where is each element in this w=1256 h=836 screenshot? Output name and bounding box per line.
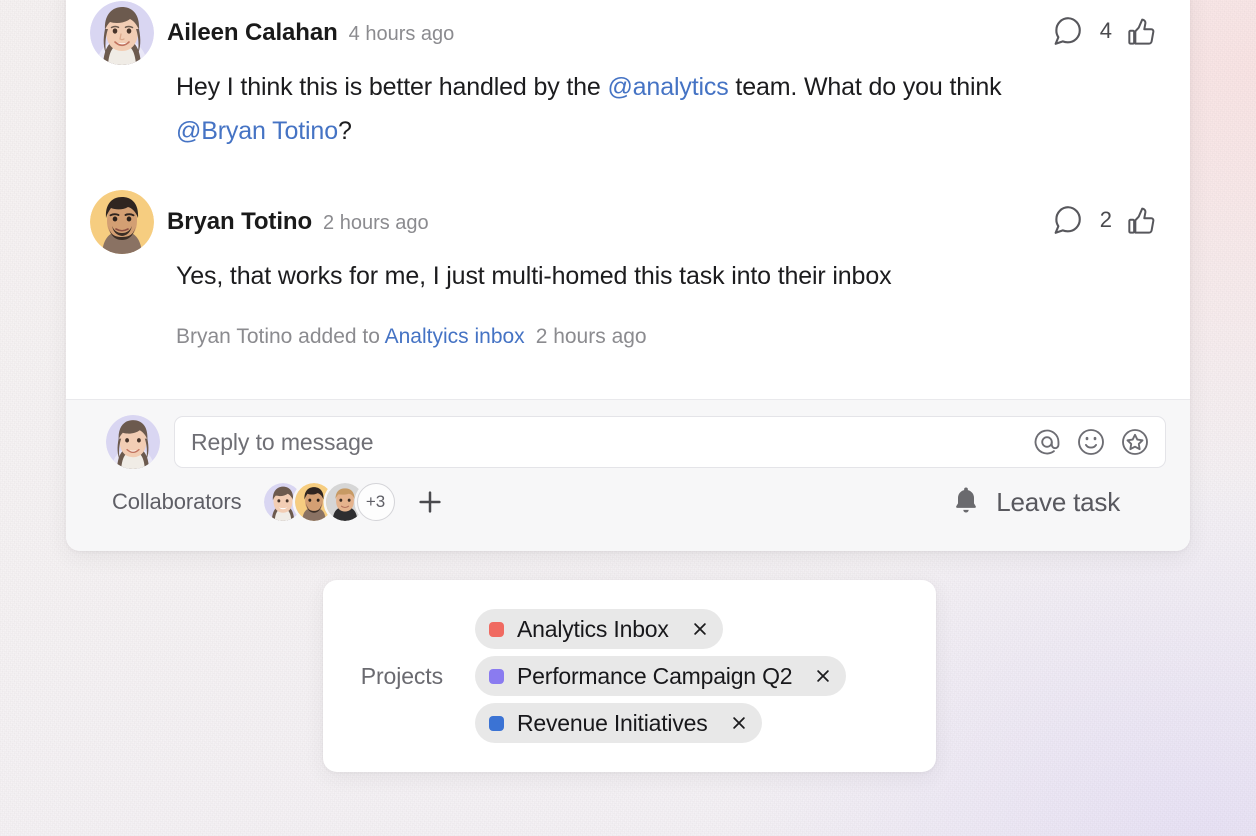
system-note-timestamp: 2 hours ago [535, 324, 647, 348]
add-collaborator-button[interactable] [415, 487, 445, 517]
emoji-icon[interactable] [1075, 426, 1107, 458]
project-chip-list: Analytics Inbox Performance Campaign Q2 … [475, 609, 847, 743]
project-chip-label: Revenue Initiatives [517, 709, 708, 736]
message-item: Aileen Calahan 4 hours ago 4 Hey I think… [90, 0, 1166, 157]
message-text: Hey I think this is better handled by th… [176, 73, 608, 101]
collaborator-avatars: +3 [263, 483, 395, 521]
collaborators-overflow-count[interactable]: +3 [356, 483, 395, 521]
author-name: Aileen Calahan [167, 19, 338, 46]
message-text: ? [337, 116, 352, 145]
project-color-dot [489, 668, 504, 684]
reply-input[interactable] [191, 428, 1023, 456]
system-note: Bryan Totino added to Analtyics inbox 2 h… [90, 325, 1166, 349]
message-thread: Aileen Calahan 4 hours ago 4 Hey I think… [66, 0, 1190, 353]
comment-icon[interactable] [1050, 203, 1084, 237]
message-body: Hey I think this is better handled by th… [90, 66, 1166, 153]
message-actions: 2 [1050, 203, 1158, 237]
aileen-avatar[interactable] [90, 1, 154, 65]
message-body: Yes, that works for me, I just multi-hom… [90, 255, 1166, 299]
card-footer: Collaborators [66, 399, 1190, 551]
author-name: Bryan Totino [167, 208, 313, 235]
bell-icon [950, 484, 982, 521]
message-header: Aileen Calahan 4 hours ago [90, 0, 1166, 66]
project-color-dot [489, 621, 504, 637]
reply-tools [1031, 426, 1151, 458]
mention-analytics[interactable]: @analytics [607, 73, 728, 101]
overflow-label: +3 [365, 492, 386, 511]
remove-project-icon[interactable] [814, 667, 832, 685]
project-chip[interactable]: Analytics Inbox [475, 609, 723, 649]
remove-project-icon[interactable] [691, 620, 709, 638]
system-note-prefix: Bryan Totino added to [176, 324, 385, 348]
star-icon[interactable] [1119, 426, 1151, 458]
project-chip-label: Analytics Inbox [517, 615, 669, 642]
current-user-avatar [106, 415, 160, 469]
projects-card: Projects Analytics Inbox Performance Cam… [323, 580, 936, 772]
message-author: Aileen Calahan 4 hours ago [167, 19, 454, 47]
task-detail-card: Aileen Calahan 4 hours ago 4 Hey I think… [66, 0, 1190, 551]
message-author: Bryan Totino 2 hours ago [167, 208, 429, 236]
mention-bryan-totino[interactable]: @Bryan Totino [176, 117, 338, 145]
comment-icon[interactable] [1050, 14, 1084, 48]
bryan-avatar[interactable] [90, 190, 154, 254]
reply-row [66, 400, 1190, 469]
leave-task-label: Leave task [996, 486, 1120, 517]
projects-label: Projects [360, 662, 443, 689]
project-color-dot [489, 715, 504, 731]
project-chip-label: Performance Campaign Q2 [517, 662, 793, 689]
project-chip[interactable]: Performance Campaign Q2 [475, 656, 847, 696]
message-timestamp: 2 hours ago [323, 212, 429, 234]
message-header: Bryan Totino 2 hours ago [90, 189, 1166, 255]
message-item: Bryan Totino 2 hours ago 2 Yes, that wor… [90, 189, 1166, 353]
like-count: 4 [1099, 18, 1112, 43]
project-chip[interactable]: Revenue Initiatives [475, 703, 762, 743]
thumbs-up-icon[interactable] [1126, 15, 1158, 47]
message-text: team. What do you think [728, 73, 1002, 101]
message-timestamp: 4 hours ago [348, 23, 455, 45]
reply-input-container[interactable] [174, 416, 1166, 468]
message-text: Yes, that works for me, I just multi-hom… [176, 262, 892, 290]
leave-task-button[interactable]: Leave task [950, 484, 1166, 521]
thumbs-up-icon[interactable] [1126, 204, 1158, 236]
collaborators-row: Collaborators +3 Leave task [66, 469, 1190, 521]
message-actions: 4 [1050, 14, 1158, 48]
system-note-project-link[interactable]: Analtyics inbox [385, 325, 525, 348]
mention-icon[interactable] [1031, 426, 1063, 458]
collaborators-label: Collaborators [112, 489, 242, 514]
remove-project-icon[interactable] [730, 714, 748, 732]
like-count: 2 [1099, 207, 1112, 232]
